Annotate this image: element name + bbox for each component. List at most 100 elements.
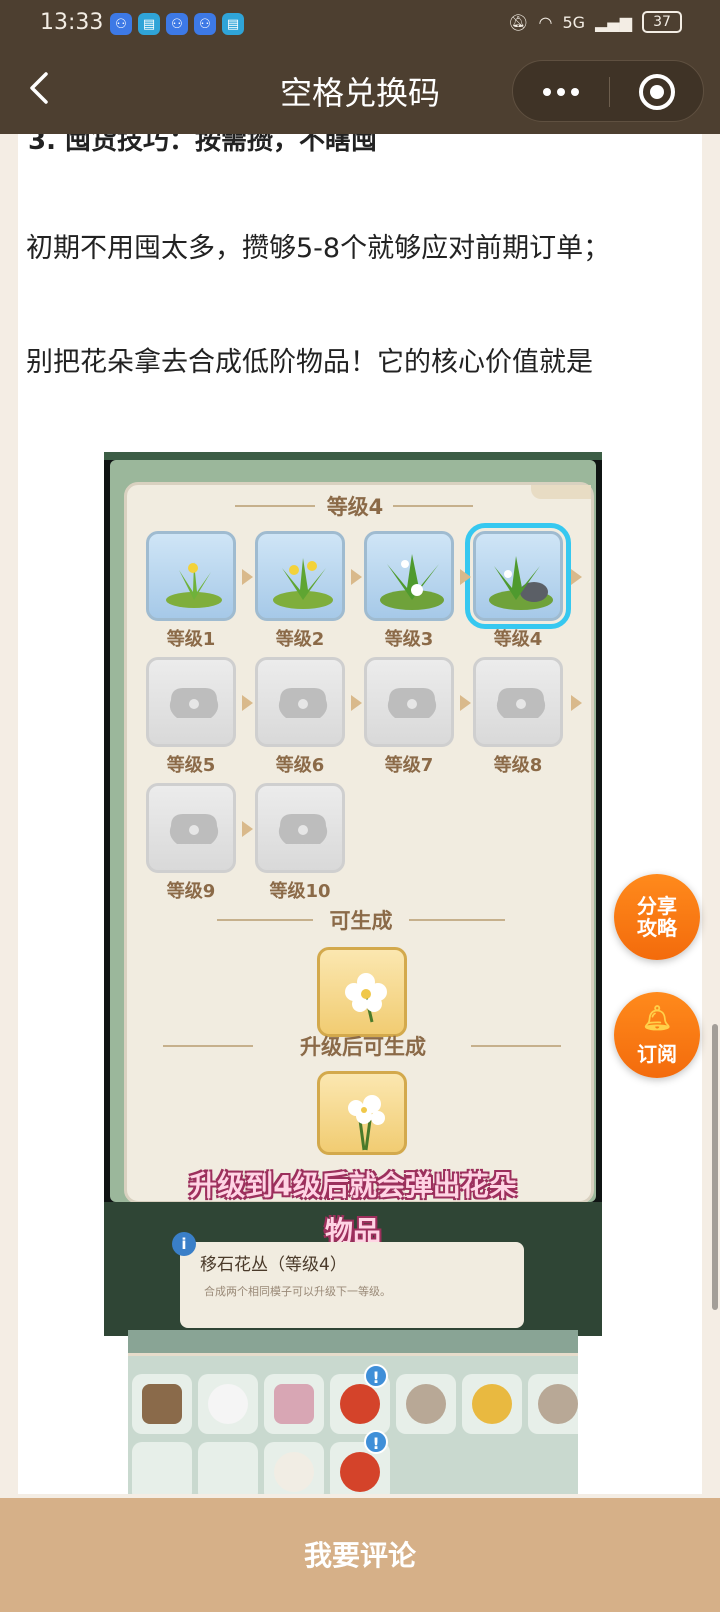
next-arrow-icon xyxy=(351,695,362,711)
level-panel: 等级4 等级1 等级2 等级3 等级4 等级5 等级6 等级7 等级8 等级9 … xyxy=(124,482,594,1204)
flower-bouquet-tile xyxy=(317,1071,407,1155)
ornament-line xyxy=(393,505,473,507)
game-screenshot[interactable]: 等级4 等级1 等级2 等级3 等级4 等级5 等级6 等级7 等级8 等级9 … xyxy=(104,452,602,1336)
boat-icon xyxy=(142,1384,182,1424)
ornament-line xyxy=(163,1045,253,1047)
item-description: 合成两个相同模子可以升级下一等级。 xyxy=(204,1285,391,1298)
lock-icon xyxy=(278,688,328,718)
alert-badge-icon: ! xyxy=(364,1364,388,1388)
video-subtitle-line-1: 升级到4级后就会弹出花朵 xyxy=(189,1169,517,1202)
lock-icon xyxy=(169,688,219,718)
game-rail xyxy=(128,1330,578,1356)
red-pot-icon xyxy=(340,1384,380,1424)
ornament-line xyxy=(409,919,505,921)
lock-icon xyxy=(496,688,546,718)
item-slot xyxy=(528,1374,578,1434)
level-label: 等级8 xyxy=(493,755,543,776)
web-basket-icon xyxy=(406,1384,446,1424)
scrollbar-thumb[interactable] xyxy=(712,1024,718,1310)
lock-icon xyxy=(169,814,219,844)
level-label: 等级4 xyxy=(493,629,543,650)
locked-tile xyxy=(255,783,345,873)
paragraph-1: 初期不用囤太多，攒够5-8个就够应对前期订单； xyxy=(26,233,611,264)
flower-icon xyxy=(208,1384,248,1424)
flower-tile xyxy=(317,947,407,1037)
app-notification-icon: ⚇ xyxy=(194,13,216,35)
write-comment-button[interactable]: 我要评论 xyxy=(260,1532,460,1576)
share-guide-label: 分享攻略 xyxy=(637,894,677,940)
status-time: 13:33 xyxy=(40,10,104,35)
next-arrow-icon xyxy=(242,821,253,837)
next-arrow-icon xyxy=(460,695,471,711)
ornament-line xyxy=(235,505,315,507)
signal-bars-icon: ▂▄▆ xyxy=(595,12,632,32)
level-header: 等级4 xyxy=(326,495,384,519)
locked-tile xyxy=(364,657,454,747)
level-tile xyxy=(146,531,236,621)
item-info-box: i 移石花丛（等级4） 合成两个相同模子可以升级下一等级。 xyxy=(172,1232,524,1328)
item-name: 移石花丛（等级4） xyxy=(200,1255,347,1275)
grass-plant-icon xyxy=(166,562,222,608)
grass-plant-icon xyxy=(380,554,444,610)
game-screenshot-2[interactable]: ! ! xyxy=(128,1330,578,1494)
share-guide-button[interactable]: 分享攻略 xyxy=(614,874,700,960)
bell-icon: 🔔︎ xyxy=(641,1004,673,1032)
game-panel: 等级4 等级1 等级2 等级3 等级4 等级5 等级6 等级7 等级8 等级9 … xyxy=(110,460,596,1204)
level-label: 等级3 xyxy=(384,629,434,650)
after-upgrade-header: 升级后可生成 xyxy=(300,1035,426,1059)
app-notification-icon: ⚇ xyxy=(110,13,132,35)
reader-notification-icon: ▤ xyxy=(138,13,160,35)
flower-bouquet-icon xyxy=(348,1095,385,1151)
level-label: 等级7 xyxy=(384,755,434,776)
level-tile xyxy=(255,531,345,621)
item-slot xyxy=(198,1374,258,1434)
lock-icon xyxy=(387,688,437,718)
can-generate-header: 可生成 xyxy=(329,909,393,933)
article-card: 3. 囤货技巧：按需攒，不瞎囤 初期不用囤太多，攒够5-8个就够应对前期订单； … xyxy=(18,134,702,1494)
battery-level: 37 xyxy=(653,14,671,30)
wifi-icon: ◠ xyxy=(538,12,553,32)
more-options-button[interactable] xyxy=(513,61,609,123)
next-arrow-icon xyxy=(242,695,253,711)
level-label: 等级10 xyxy=(269,881,331,902)
app-notification-icon: ⚇ xyxy=(166,13,188,35)
item-icon xyxy=(274,1452,314,1492)
next-arrow-icon xyxy=(571,569,582,585)
next-arrow-icon xyxy=(351,569,362,585)
lock-icon xyxy=(278,814,328,844)
locked-tile xyxy=(146,657,236,747)
page-title: 空格兑换码 xyxy=(279,74,440,112)
next-arrow-icon xyxy=(571,695,582,711)
subscribe-label: 订阅 xyxy=(637,1042,677,1066)
gold-coin-icon xyxy=(472,1384,512,1424)
next-arrow-icon xyxy=(242,569,253,585)
app-header: 13:33 ⚇ ▤ ⚇ ⚇ ▤ 🔕︎ ◠ 5G ▂▄▆ 37 空格兑换码 xyxy=(0,0,720,134)
panel-corner xyxy=(531,485,591,499)
info-icon: i xyxy=(172,1232,196,1256)
level-label: 等级6 xyxy=(275,755,325,776)
close-miniapp-button[interactable] xyxy=(639,74,675,110)
section-heading: 3. 囤货技巧：按需攒，不瞎囤 xyxy=(28,134,378,156)
miniapp-capsule xyxy=(512,60,704,122)
signal-label: 5G xyxy=(562,12,586,32)
fabric-roll-icon xyxy=(274,1384,314,1424)
locked-tile xyxy=(146,783,236,873)
item-slot xyxy=(132,1442,192,1494)
status-bar: 13:33 ⚇ ▤ ⚇ ⚇ ▤ 🔕︎ ◠ 5G ▂▄▆ 37 xyxy=(0,0,720,48)
alert-badge-icon: ! xyxy=(364,1430,388,1454)
red-pot-icon xyxy=(340,1452,380,1492)
status-right: 🔕︎ ◠ 5G ▂▄▆ 37 xyxy=(508,11,682,33)
locked-tile xyxy=(255,657,345,747)
mute-icon: 🔕︎ xyxy=(508,12,529,32)
game-topbar xyxy=(104,452,602,460)
level-label: 等级9 xyxy=(166,881,216,902)
level-label: 等级2 xyxy=(275,629,325,650)
level-tile xyxy=(364,531,454,621)
item-slot xyxy=(462,1374,522,1434)
reader-notification-icon: ▤ xyxy=(222,13,244,35)
back-arrow-icon[interactable] xyxy=(26,70,54,106)
item-slot xyxy=(396,1374,456,1434)
subscribe-button[interactable]: 🔔︎ 订阅 xyxy=(614,992,700,1078)
white-flower-icon xyxy=(345,973,387,1023)
grass-rock-icon xyxy=(489,556,553,610)
